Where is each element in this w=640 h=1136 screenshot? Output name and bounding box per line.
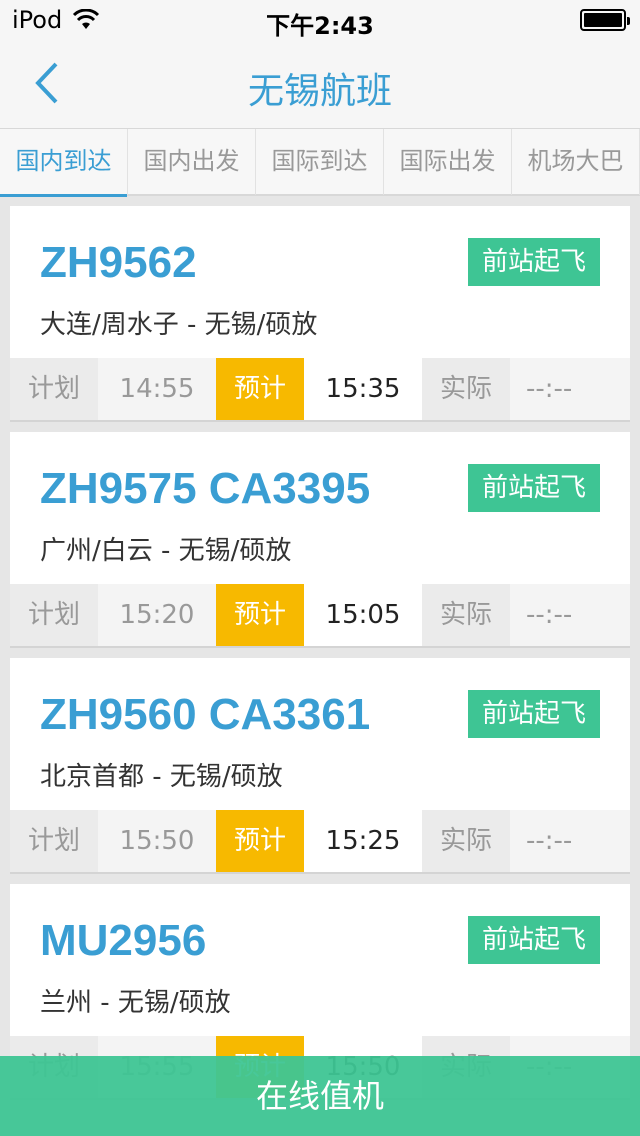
nav-bar: 无锡航班 xyxy=(0,40,640,128)
time-row: 计划 15:50 预计 15:25 实际 --:-- xyxy=(10,810,630,872)
estimated-time: 15:35 xyxy=(304,358,422,420)
estimated-time: 15:25 xyxy=(304,810,422,872)
status-badge: 前站起飞 xyxy=(468,916,600,964)
estimated-time: 15:05 xyxy=(304,584,422,646)
tab-bar: 国内到达 国内出发 国际到达 国际出发 机场大巴 xyxy=(0,128,640,197)
status-badge: 前站起飞 xyxy=(468,690,600,738)
planned-label: 计划 xyxy=(10,584,98,646)
tab-domestic-departures[interactable]: 国内出发 xyxy=(128,129,256,195)
tab-international-departures[interactable]: 国际出发 xyxy=(384,129,512,195)
status-badge: 前站起飞 xyxy=(468,464,600,512)
flight-number: MU2956 xyxy=(40,916,207,965)
flight-number: ZH9560 CA3361 xyxy=(40,690,371,739)
status-badge: 前站起飞 xyxy=(468,238,600,286)
flight-number: ZH9562 xyxy=(40,238,197,287)
time-row: 计划 15:20 预计 15:05 实际 --:-- xyxy=(10,584,630,646)
planned-label: 计划 xyxy=(10,810,98,872)
flight-route: 北京首都 - 无锡/硕放 xyxy=(40,762,283,792)
planned-time: 14:55 xyxy=(119,374,195,404)
actual-label: 实际 xyxy=(422,584,510,646)
tab-airport-bus[interactable]: 机场大巴 xyxy=(512,129,640,195)
status-time: 下午2:43 xyxy=(266,12,374,40)
flight-number: ZH9575 CA3395 xyxy=(40,464,371,513)
actual-time: --:-- xyxy=(526,600,573,630)
actual-label: 实际 xyxy=(422,810,510,872)
flight-route: 广州/白云 - 无锡/硕放 xyxy=(40,536,292,566)
estimated-label: 预计 xyxy=(216,584,304,646)
flight-card[interactable]: ZH9562 大连/周水子 - 无锡/硕放 前站起飞 计划 14:55 预计 1… xyxy=(10,206,630,422)
flight-card[interactable]: ZH9575 CA3395 广州/白云 - 无锡/硕放 前站起飞 计划 15:2… xyxy=(10,432,630,648)
estimated-label: 预计 xyxy=(216,810,304,872)
actual-time: --:-- xyxy=(526,374,573,404)
flight-route: 大连/周水子 - 无锡/硕放 xyxy=(40,310,318,340)
flight-list: ZH9562 大连/周水子 - 无锡/硕放 前站起飞 计划 14:55 预计 1… xyxy=(10,206,630,1110)
planned-time: 15:20 xyxy=(119,600,195,630)
flight-route: 兰州 - 无锡/硕放 xyxy=(40,988,231,1018)
flight-card[interactable]: ZH9560 CA3361 北京首都 - 无锡/硕放 前站起飞 计划 15:50… xyxy=(10,658,630,874)
tab-domestic-arrivals[interactable]: 国内到达 xyxy=(0,129,128,197)
planned-time: 15:50 xyxy=(119,826,195,856)
actual-label: 实际 xyxy=(422,358,510,420)
battery-icon xyxy=(580,9,630,31)
planned-label: 计划 xyxy=(10,358,98,420)
time-row: 计划 14:55 预计 15:35 实际 --:-- xyxy=(10,358,630,420)
status-bar: iPod 下午2:43 xyxy=(0,0,640,40)
actual-time: --:-- xyxy=(526,826,573,856)
tab-international-arrivals[interactable]: 国际到达 xyxy=(256,129,384,195)
page-title: 无锡航班 xyxy=(247,71,392,112)
online-checkin-button[interactable]: 在线值机 xyxy=(0,1056,640,1136)
estimated-label: 预计 xyxy=(216,358,304,420)
